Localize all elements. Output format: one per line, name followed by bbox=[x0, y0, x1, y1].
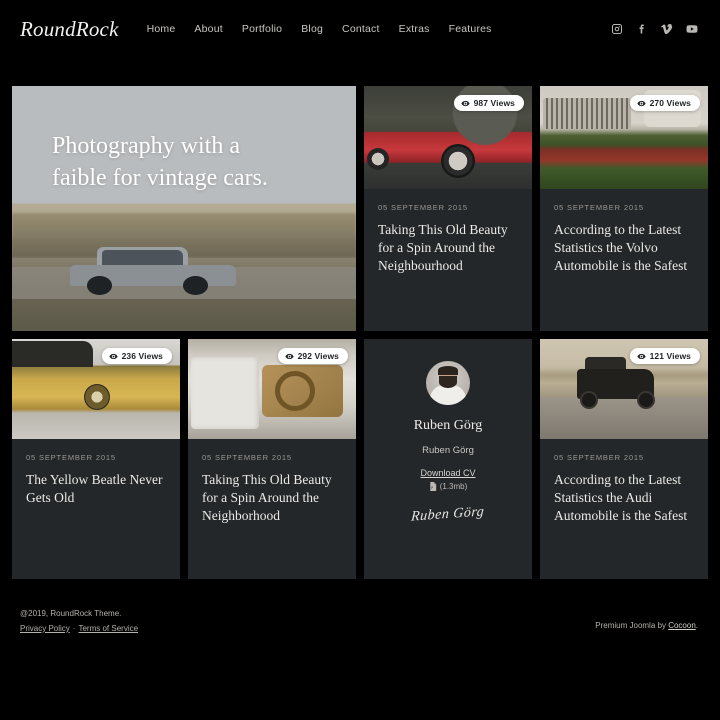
post-image-1: 987 Views bbox=[364, 86, 532, 189]
post-title-5[interactable]: According to the Latest Statistics the A… bbox=[554, 471, 694, 524]
vintage-car-illustration bbox=[70, 246, 236, 297]
pdf-file-icon: P bbox=[430, 482, 436, 491]
post-image-2: 270 Views bbox=[540, 86, 708, 189]
post-card-5[interactable]: 121 Views 05 SEPTEMBER 2015 According to… bbox=[540, 339, 708, 579]
copyright-text: @2019, RoundRock Theme. bbox=[20, 609, 122, 618]
post-card-1[interactable]: 987 Views 05 SEPTEMBER 2015 Taking This … bbox=[364, 86, 532, 331]
post-date-2: 05 SEPTEMBER 2015 bbox=[554, 203, 644, 212]
post-body-1: 05 SEPTEMBER 2015 Taking This Old Beauty… bbox=[364, 189, 532, 274]
social-links bbox=[611, 23, 698, 35]
post-date-1: 05 SEPTEMBER 2015 bbox=[378, 203, 468, 212]
nav-item-home[interactable]: Home bbox=[147, 23, 176, 35]
privacy-policy-link[interactable]: Privacy Policy bbox=[20, 624, 70, 633]
site-footer: @2019, RoundRock Theme. Privacy Policy · T… bbox=[0, 607, 720, 637]
author-card: Ruben Görg Ruben Görg Download CV P (1.3… bbox=[364, 339, 532, 579]
post-image-5: 121 Views bbox=[540, 339, 708, 439]
download-cv-link[interactable]: Download CV bbox=[420, 468, 475, 478]
hero-title-line1: Photography with a bbox=[52, 133, 240, 159]
post-card-3[interactable]: 236 Views 05 SEPTEMBER 2015 The Yellow B… bbox=[12, 339, 180, 579]
post-title-2[interactable]: According to the Latest Statistics the V… bbox=[554, 221, 694, 274]
post-image-4: 292 Views bbox=[188, 339, 356, 439]
cocoon-link[interactable]: Cocoon bbox=[668, 621, 696, 630]
credit-suffix: . bbox=[695, 621, 698, 630]
posts-grid: Photography with a faible for vintage ca… bbox=[0, 58, 720, 579]
post-card-2[interactable]: 270 Views 05 SEPTEMBER 2015 According to… bbox=[540, 86, 708, 331]
brand-logo[interactable]: RoundRock bbox=[20, 17, 119, 42]
facebook-link[interactable] bbox=[636, 23, 648, 35]
nav-item-blog[interactable]: Blog bbox=[301, 23, 323, 35]
post-date-3: 05 SEPTEMBER 2015 bbox=[26, 453, 116, 462]
eye-icon bbox=[460, 100, 470, 106]
post-title-1[interactable]: Taking This Old Beauty for a Spin Around… bbox=[378, 221, 518, 274]
eye-icon bbox=[636, 100, 646, 106]
vimeo-icon bbox=[661, 24, 673, 35]
nav-item-portfolio[interactable]: Portfolio bbox=[242, 23, 282, 35]
credit-prefix: Premium Joomla by bbox=[595, 621, 669, 630]
cv-filesize-label: (1.3mb) bbox=[439, 482, 468, 491]
instagram-icon bbox=[612, 24, 622, 34]
views-count-1: 987 Views bbox=[473, 98, 515, 108]
author-signature: Ruben Görg bbox=[410, 504, 486, 525]
instagram-link[interactable] bbox=[611, 23, 623, 35]
footer-links: Privacy Policy · Terms of Service bbox=[20, 622, 138, 637]
post-body-4: 05 SEPTEMBER 2015 Taking This Old Beauty… bbox=[188, 439, 356, 524]
hero-title: Photography with a faible for vintage ca… bbox=[52, 131, 268, 195]
main-navigation: Home About Portfolio Blog Contact Extras… bbox=[147, 23, 492, 35]
views-count-2: 270 Views bbox=[649, 98, 691, 108]
views-badge-2: 270 Views bbox=[629, 95, 700, 111]
facebook-icon bbox=[639, 24, 644, 34]
post-title-3[interactable]: The Yellow Beatle Never Gets Old bbox=[26, 471, 166, 507]
nav-item-contact[interactable]: Contact bbox=[342, 23, 380, 35]
nav-item-features[interactable]: Features bbox=[449, 23, 492, 35]
cv-filesize: P (1.3mb) bbox=[429, 482, 468, 491]
post-body-5: 05 SEPTEMBER 2015 According to the Lates… bbox=[540, 439, 708, 524]
post-body-3: 05 SEPTEMBER 2015 The Yellow Beatle Neve… bbox=[12, 439, 180, 507]
youtube-link[interactable] bbox=[686, 23, 698, 35]
post-image-3: 236 Views bbox=[12, 339, 180, 439]
nav-item-about[interactable]: About bbox=[194, 23, 222, 35]
vimeo-link[interactable] bbox=[661, 23, 673, 35]
nav-item-extras[interactable]: Extras bbox=[399, 23, 430, 35]
footer-credit: Premium Joomla by Cocoon. bbox=[595, 607, 698, 630]
footer-left: @2019, RoundRock Theme. Privacy Policy · T… bbox=[20, 607, 138, 637]
views-badge-5: 121 Views bbox=[629, 348, 700, 364]
terms-of-service-link[interactable]: Terms of Service bbox=[78, 624, 138, 633]
views-count-3: 236 Views bbox=[121, 351, 163, 361]
hero-image bbox=[12, 86, 356, 331]
views-count-4: 292 Views bbox=[297, 351, 339, 361]
eye-icon bbox=[636, 353, 646, 359]
views-count-5: 121 Views bbox=[649, 351, 691, 361]
youtube-icon bbox=[686, 25, 698, 33]
hero-card[interactable]: Photography with a faible for vintage ca… bbox=[12, 86, 356, 331]
avatar bbox=[426, 361, 470, 405]
hero-title-line2: faible for vintage cars. bbox=[52, 164, 268, 191]
post-body-2: 05 SEPTEMBER 2015 According to the Lates… bbox=[540, 189, 708, 274]
post-card-4[interactable]: 292 Views 05 SEPTEMBER 2015 Taking This … bbox=[188, 339, 356, 579]
author-subtitle: Ruben Görg bbox=[422, 445, 474, 456]
views-badge-3: 236 Views bbox=[101, 348, 172, 364]
views-badge-4: 292 Views bbox=[277, 348, 348, 364]
svg-text:P: P bbox=[431, 486, 433, 490]
eye-icon bbox=[284, 353, 294, 359]
site-header: RoundRock Home About Portfolio Blog Cont… bbox=[0, 0, 720, 58]
author-name: Ruben Görg bbox=[413, 418, 483, 433]
views-badge-1: 987 Views bbox=[453, 95, 524, 111]
post-date-4: 05 SEPTEMBER 2015 bbox=[202, 453, 292, 462]
post-date-5: 05 SEPTEMBER 2015 bbox=[554, 453, 644, 462]
eye-icon bbox=[108, 353, 118, 359]
post-title-4[interactable]: Taking This Old Beauty for a Spin Around… bbox=[202, 471, 342, 524]
